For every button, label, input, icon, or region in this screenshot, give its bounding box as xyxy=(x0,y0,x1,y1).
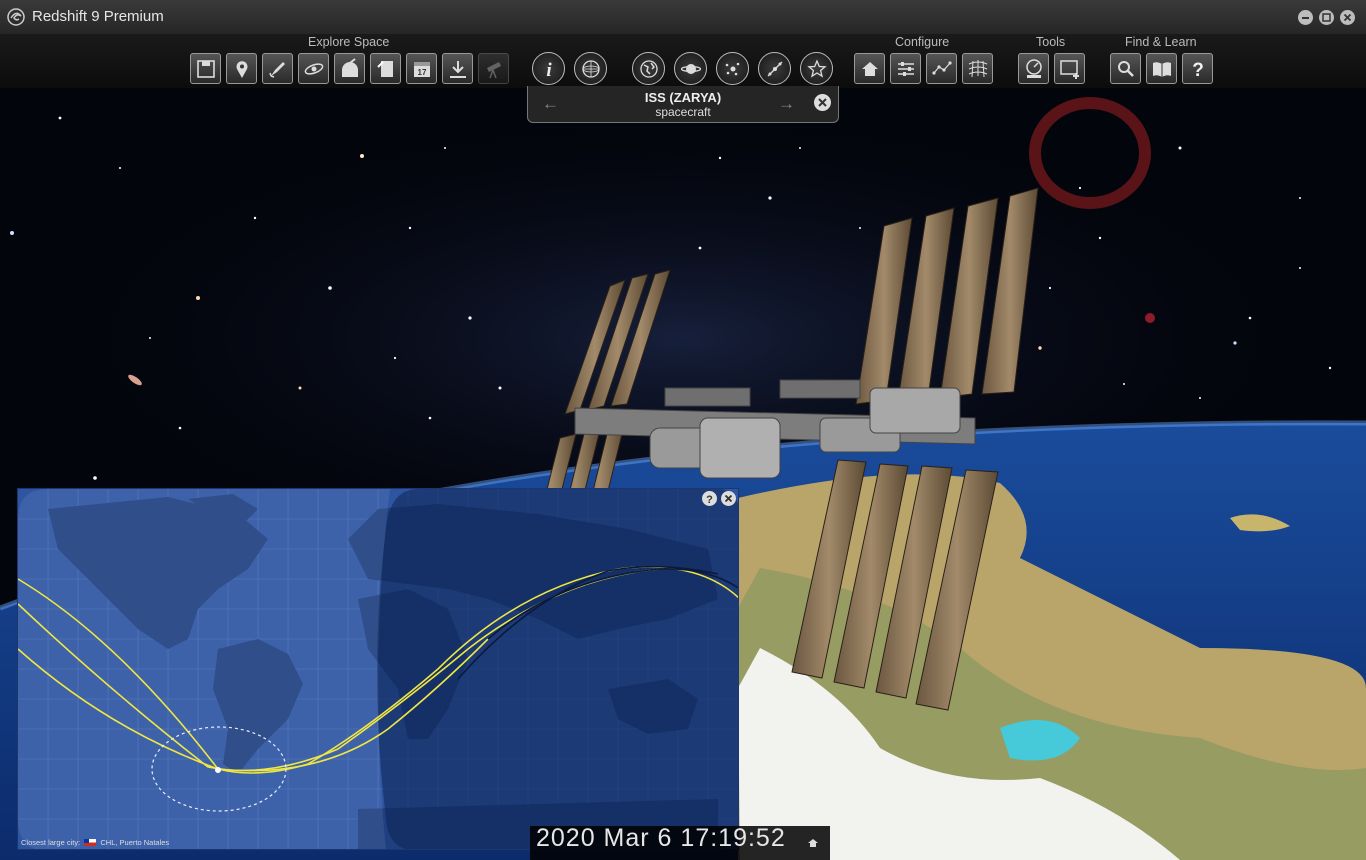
configure-label: Configure xyxy=(895,35,950,49)
observatory-icon xyxy=(342,58,358,77)
galaxy-icon xyxy=(304,63,324,75)
sheet-icon xyxy=(377,61,393,77)
eyepiece-icon xyxy=(1026,59,1042,78)
grid-icon xyxy=(968,60,988,78)
trajectory-button[interactable] xyxy=(758,52,791,85)
star-icon xyxy=(807,59,827,78)
earth-globe-button[interactable] xyxy=(632,52,665,85)
location-button[interactable] xyxy=(226,53,257,84)
close-icon xyxy=(818,98,827,107)
telescope-button[interactable] xyxy=(478,53,509,84)
trajectory-icon xyxy=(767,61,783,77)
download-button[interactable] xyxy=(442,53,473,84)
iss-position-marker xyxy=(215,767,221,773)
telescope-icon xyxy=(487,62,501,79)
help-button[interactable]: ? xyxy=(1182,53,1213,84)
maximize-button[interactable] xyxy=(1319,10,1334,25)
add-window-icon xyxy=(1060,60,1079,79)
svg-text:i: i xyxy=(546,60,552,79)
close-icon xyxy=(724,494,733,503)
ground-track-map[interactable]: Closest large city: CHL, Puerto Natales … xyxy=(17,488,739,850)
closest-city-label: Closest large city: xyxy=(21,838,81,847)
close-window-button[interactable] xyxy=(1340,10,1355,25)
minimize-button[interactable] xyxy=(1298,10,1313,25)
app-title: Redshift 9 Premium xyxy=(32,8,164,25)
help-icon: ? xyxy=(706,494,713,506)
info-button[interactable]: i xyxy=(532,52,565,85)
tools-label: Tools xyxy=(1036,35,1066,49)
solar-system-button[interactable] xyxy=(716,52,749,85)
book-button[interactable] xyxy=(1146,53,1177,84)
star-sheet-button[interactable] xyxy=(370,53,401,84)
redshift-logo-icon xyxy=(7,8,25,26)
title-bar: Redshift 9 Premium xyxy=(0,0,1366,35)
maximize-icon xyxy=(1322,13,1331,22)
minimize-icon xyxy=(1302,17,1309,19)
svg-text:17: 17 xyxy=(418,68,427,77)
current-time: 2020 Mar 6 17:19:52 xyxy=(536,826,786,852)
galaxy-view-button[interactable] xyxy=(298,53,329,84)
observatory-button[interactable] xyxy=(334,53,365,84)
explore-space-label: Explore Space xyxy=(308,35,390,49)
orbit-dots-icon xyxy=(725,62,740,76)
svg-text:?: ? xyxy=(1192,60,1204,80)
map-close-button[interactable] xyxy=(721,491,736,506)
constellations-button[interactable] xyxy=(926,53,957,84)
daylight-region xyxy=(18,489,390,849)
settings-sliders-button[interactable] xyxy=(890,53,921,84)
close-icon xyxy=(1343,13,1352,22)
closest-city-name: CHL, Puerto Natales xyxy=(100,838,170,847)
close-object-panel-button[interactable] xyxy=(814,94,831,111)
favorite-button[interactable] xyxy=(800,52,833,85)
book-icon xyxy=(1153,62,1171,77)
location-pin-icon xyxy=(236,61,248,78)
next-object-button[interactable]: → xyxy=(778,94,795,114)
planet-button[interactable] xyxy=(674,52,707,85)
time-control[interactable]: 2020 Mar 6 17:19:52 xyxy=(530,826,830,860)
info-icon: i xyxy=(546,60,552,79)
chile-flag-icon xyxy=(84,839,97,846)
sky-dome-icon xyxy=(582,60,600,78)
home-icon xyxy=(862,62,878,76)
closest-city-info: Closest large city: CHL, Puerto Natales xyxy=(21,838,169,847)
eyepiece-button[interactable] xyxy=(1018,53,1049,84)
search-button[interactable] xyxy=(1110,53,1141,84)
home-button[interactable] xyxy=(854,53,885,84)
add-screen-button[interactable] xyxy=(1054,53,1085,84)
sliders-icon xyxy=(898,62,914,76)
globe-icon xyxy=(640,60,658,78)
map-help-button[interactable]: ? xyxy=(702,491,717,506)
spacecraft-flight-button[interactable] xyxy=(262,53,293,84)
home-icon[interactable] xyxy=(807,838,819,848)
save-button[interactable] xyxy=(190,53,221,84)
night-shadow xyxy=(377,489,738,849)
world-map-svg xyxy=(18,489,738,849)
svg-text:?: ? xyxy=(706,494,713,506)
download-icon xyxy=(450,61,466,78)
sky-chart-button[interactable] xyxy=(574,52,607,85)
help-icon: ? xyxy=(1192,60,1204,80)
rocket-icon xyxy=(269,62,285,78)
calendar-button[interactable]: 17 xyxy=(406,53,437,84)
save-icon xyxy=(197,60,215,78)
coordinate-grid-button[interactable] xyxy=(962,53,993,84)
search-icon xyxy=(1118,61,1134,77)
calendar-icon: 17 xyxy=(414,62,430,77)
find-learn-label: Find & Learn xyxy=(1125,35,1197,49)
constellation-icon xyxy=(932,61,952,75)
selected-object-panel: ← ISS (ZARYA) spacecraft → xyxy=(527,86,839,123)
saturn-icon xyxy=(681,64,701,74)
